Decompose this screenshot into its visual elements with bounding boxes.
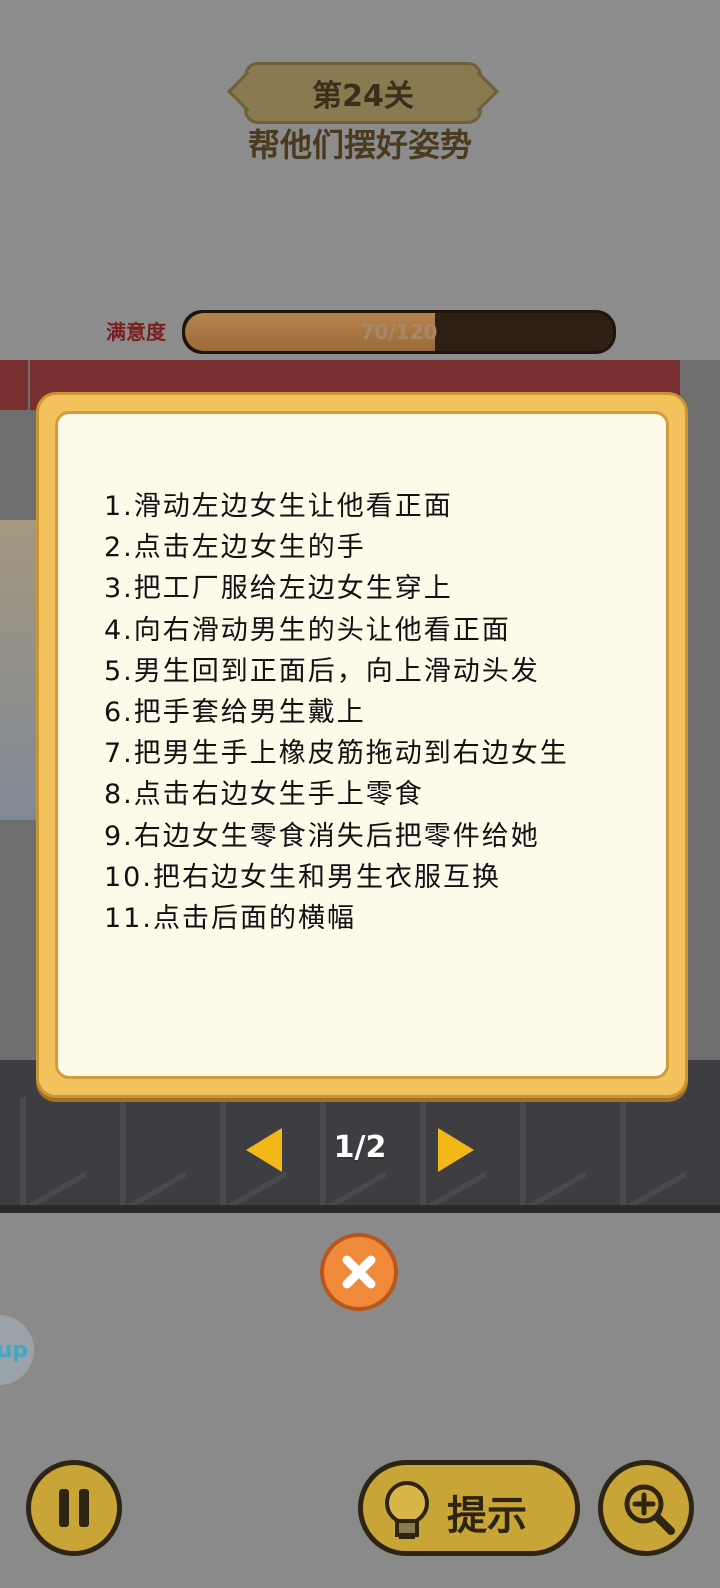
hint-step: 5.男生回到正面后，向上滑动头发	[104, 655, 540, 687]
page-indicator: 1/2	[333, 1130, 387, 1165]
close-button[interactable]	[320, 1233, 398, 1311]
hint-step: 3.把工厂服给左边女生穿上	[104, 573, 453, 605]
hint-step: 6.把手套给男生戴上	[104, 697, 366, 729]
hint-dialog-content: 1.滑动左边女生让他看正面 2.点击左边女生的手 3.把工厂服给左边女生穿上 4…	[55, 411, 669, 1079]
hint-button-label: 提示	[447, 1493, 527, 1539]
zoom-button[interactable]	[598, 1460, 694, 1556]
pause-button[interactable]	[26, 1460, 122, 1556]
chevron-left-icon[interactable]	[246, 1128, 282, 1172]
hint-step: 4.向右滑动男生的头让他看正面	[104, 614, 511, 646]
hint-step: 9.右边女生零食消失后把零件给她	[104, 820, 540, 852]
hint-step: 11.点击后面的横幅	[104, 903, 356, 935]
side-chip-label: up	[0, 1337, 28, 1363]
pause-icon	[54, 1489, 94, 1527]
hint-steps-list: 1.滑动左边女生让他看正面 2.点击左边女生的手 3.把工厂服给左边女生穿上 4…	[104, 486, 646, 939]
close-icon	[342, 1255, 376, 1289]
hint-step: 10.把右边女生和男生衣服互换	[104, 861, 501, 893]
chevron-right-icon[interactable]	[438, 1128, 474, 1172]
hint-dialog: 1.滑动左边女生让他看正面 2.点击左边女生的手 3.把工厂服给左边女生穿上 4…	[36, 392, 688, 1098]
hint-pager: 1/2	[0, 1128, 720, 1172]
hint-step: 1.滑动左边女生让他看正面	[104, 491, 453, 522]
hint-step: 8.点击右边女生手上零食	[104, 779, 424, 811]
hint-step: 2.点击左边女生的手	[104, 532, 366, 564]
zoom-in-icon	[624, 1484, 675, 1535]
hint-button[interactable]: 提示	[358, 1460, 580, 1556]
hint-step: 7.把男生手上橡皮筋拖动到右边女生	[104, 738, 569, 770]
lightbulb-icon	[385, 1481, 429, 1539]
